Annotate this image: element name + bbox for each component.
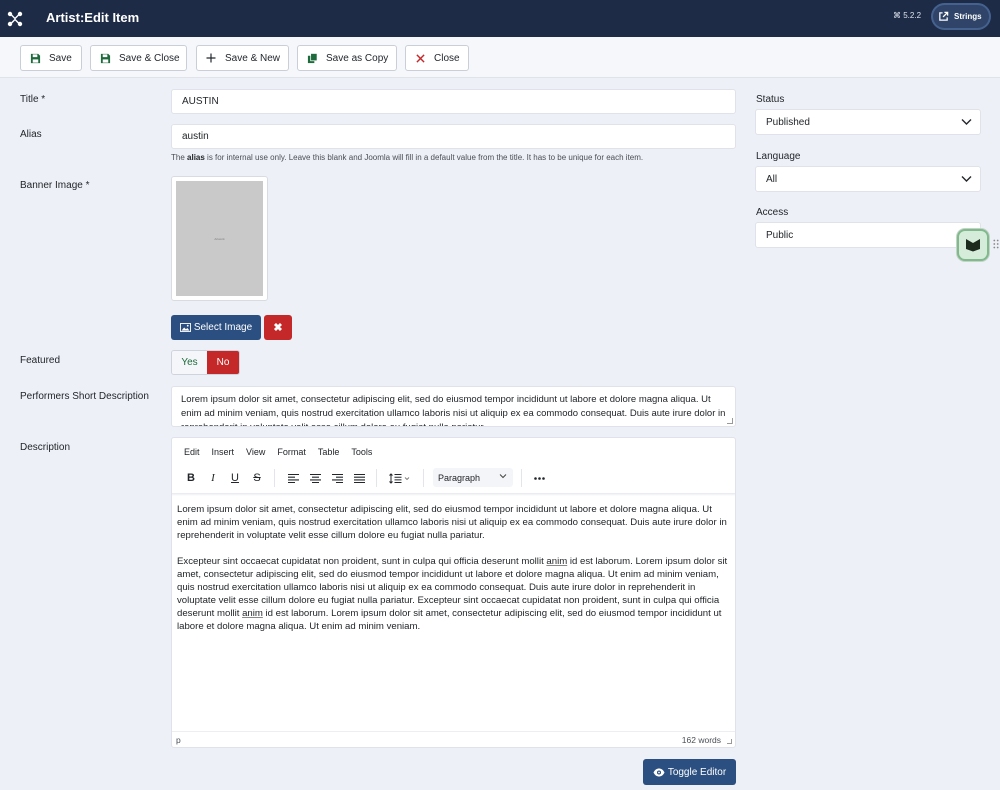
access-value: Public xyxy=(766,230,794,241)
bold-icon[interactable]: B xyxy=(182,467,200,489)
strings-label: Strings xyxy=(954,12,982,21)
description-editor: Edit Insert View Format Table Tools B I … xyxy=(171,437,736,748)
featured-yes-option[interactable]: Yes xyxy=(172,351,207,374)
clear-image-button[interactable]: ✖ xyxy=(264,315,292,340)
element-path[interactable]: p xyxy=(176,735,181,745)
align-center-icon[interactable] xyxy=(306,467,324,489)
access-select[interactable]: Public xyxy=(755,222,981,248)
language-select[interactable]: All xyxy=(755,166,981,192)
toolbar-divider xyxy=(423,469,424,487)
alias-input[interactable]: austin xyxy=(171,124,736,149)
editor-paragraph: Excepteur sint occaecat cupidatat non pr… xyxy=(177,556,728,632)
more-options-icon[interactable] xyxy=(530,467,548,489)
floating-extension-button[interactable] xyxy=(957,229,989,261)
banner-image-preview: Artwork xyxy=(171,176,268,301)
save-new-button[interactable]: Save & New xyxy=(196,45,289,71)
menu-format[interactable]: Format xyxy=(277,447,306,457)
save-as-copy-label: Save as Copy xyxy=(326,52,389,64)
joomla-logo-icon[interactable] xyxy=(0,0,30,37)
access-label: Access xyxy=(756,207,789,218)
featured-label: Featured xyxy=(20,355,61,366)
strikethrough-icon[interactable]: S xyxy=(248,467,266,489)
save-icon xyxy=(21,53,49,64)
language-label: Language xyxy=(756,151,801,162)
toggle-editor-button[interactable]: Toggle Editor xyxy=(643,759,736,785)
editor-content[interactable]: Lorem ipsum dolor sit amet, consectetur … xyxy=(177,503,732,646)
banner-image-placeholder: Artwork xyxy=(176,181,263,296)
short-description-text: Lorem ipsum dolor sit amet, consectetur … xyxy=(181,394,726,426)
save-as-copy-button[interactable]: Save as Copy xyxy=(297,45,397,71)
save-close-button[interactable]: Save & Close xyxy=(90,45,187,71)
save-icon xyxy=(91,53,119,64)
alias-label: Alias xyxy=(20,129,42,140)
toolbar-divider xyxy=(376,469,377,487)
image-icon xyxy=(179,323,191,332)
bookmark-icon xyxy=(966,239,980,252)
plus-icon xyxy=(197,53,225,63)
strings-button[interactable]: Strings xyxy=(933,5,989,28)
chevron-down-icon xyxy=(499,474,507,479)
language-value: All xyxy=(766,174,778,185)
align-right-icon[interactable] xyxy=(328,467,346,489)
save-new-label: Save & New xyxy=(225,52,281,64)
toolbar-divider xyxy=(274,469,275,487)
copy-icon xyxy=(298,52,326,64)
menu-table[interactable]: Table xyxy=(318,447,340,457)
short-description-label: Performers Short Description xyxy=(20,391,149,402)
editor-menubar: Edit Insert View Format Table Tools xyxy=(184,447,372,457)
eye-icon xyxy=(653,768,665,776)
featured-switch: Yes No xyxy=(171,350,240,375)
block-format-select[interactable]: Paragraph xyxy=(433,468,513,487)
short-description-textarea[interactable]: Lorem ipsum dolor sit amet, consectetur … xyxy=(171,386,736,427)
word-count[interactable]: 162 words xyxy=(682,735,721,745)
external-link-icon xyxy=(939,11,949,21)
align-left-icon[interactable] xyxy=(284,467,302,489)
resize-handle-icon[interactable] xyxy=(727,739,732,744)
menu-tools[interactable]: Tools xyxy=(351,447,372,457)
resize-handle-icon[interactable] xyxy=(727,418,733,424)
toolbar: Save Save & Close Save & New Save as Cop… xyxy=(0,37,1000,78)
editor-format-toolbar: B I U S Paragraph xyxy=(180,467,730,489)
toolbar-shadow xyxy=(172,493,735,496)
line-height-icon[interactable] xyxy=(386,467,414,489)
status-select[interactable]: Published xyxy=(755,109,981,135)
block-format-value: Paragraph xyxy=(438,472,481,483)
close-icon xyxy=(406,53,434,63)
drag-handle-icon[interactable] xyxy=(993,239,999,251)
chevron-down-icon xyxy=(961,119,972,125)
alias-hint: The alias is for internal use only. Leav… xyxy=(171,153,644,162)
menu-view[interactable]: View xyxy=(246,447,265,457)
save-label: Save xyxy=(49,52,72,64)
featured-no-option[interactable]: No xyxy=(207,351,239,374)
save-close-label: Save & Close xyxy=(119,52,180,64)
description-label: Description xyxy=(20,442,71,453)
close-button[interactable]: Close xyxy=(405,45,469,71)
toolbar-divider xyxy=(521,469,522,487)
chevron-down-icon xyxy=(961,176,972,182)
toggle-editor-label: Toggle Editor xyxy=(667,766,727,778)
save-button[interactable]: Save xyxy=(20,45,82,71)
app-header: Artist:Edit Item ⌘ 5.2.2 Strings xyxy=(0,0,1000,37)
status-value: Published xyxy=(766,117,810,128)
select-image-button[interactable]: Select Image xyxy=(171,315,261,340)
menu-edit[interactable]: Edit xyxy=(184,447,200,457)
banner-image-label: Banner Image * xyxy=(20,180,90,191)
menu-insert[interactable]: Insert xyxy=(212,447,235,457)
page-title: Artist:Edit Item xyxy=(46,10,140,25)
editor-paragraph: Lorem ipsum dolor sit amet, consectetur … xyxy=(177,504,727,541)
title-label: Title * xyxy=(20,94,46,105)
version-label: ⌘ 5.2.2 xyxy=(893,11,922,20)
align-justify-icon[interactable] xyxy=(350,467,368,489)
title-input[interactable]: AUSTIN xyxy=(171,89,736,114)
close-label: Close xyxy=(434,52,460,64)
select-image-label: Select Image xyxy=(193,322,253,333)
editor-statusbar: p 162 words xyxy=(172,731,735,747)
status-label: Status xyxy=(756,94,785,105)
italic-icon[interactable]: I xyxy=(204,467,222,489)
underline-icon[interactable]: U xyxy=(226,467,244,489)
